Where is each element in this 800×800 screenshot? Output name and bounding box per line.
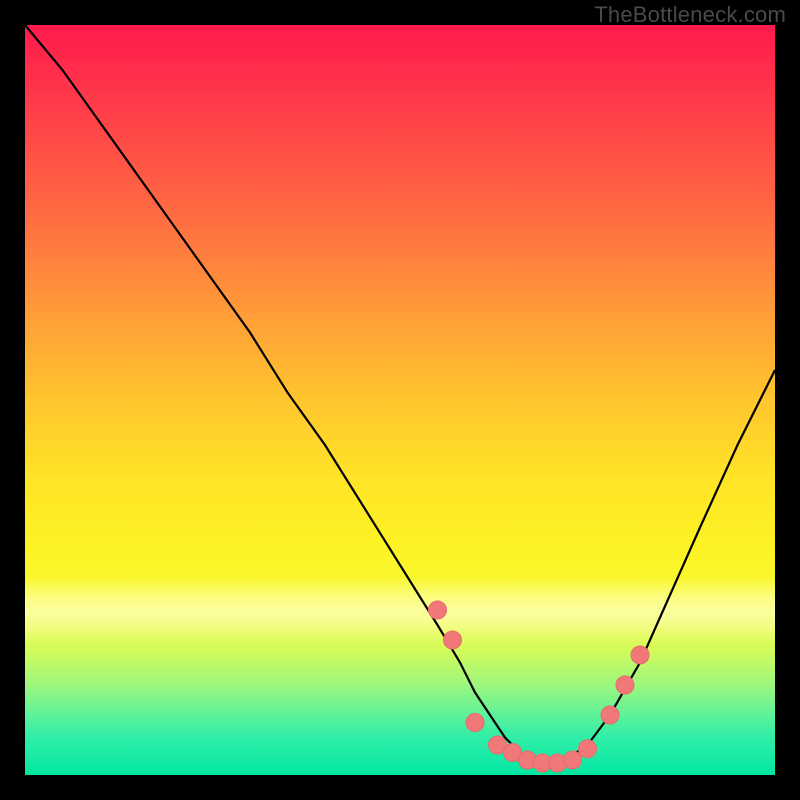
marker-dot bbox=[429, 601, 447, 619]
marker-dot bbox=[616, 676, 634, 694]
chart-frame: TheBottleneck.com bbox=[0, 0, 800, 800]
marker-dot bbox=[564, 751, 582, 769]
marker-dot bbox=[466, 714, 484, 732]
curve-layer bbox=[25, 25, 775, 775]
marker-dot bbox=[579, 740, 597, 758]
plot-area bbox=[25, 25, 775, 775]
curve-markers bbox=[429, 601, 650, 772]
bottleneck-curve bbox=[25, 25, 775, 764]
marker-dot bbox=[444, 631, 462, 649]
marker-dot bbox=[601, 706, 619, 724]
marker-dot bbox=[631, 646, 649, 664]
